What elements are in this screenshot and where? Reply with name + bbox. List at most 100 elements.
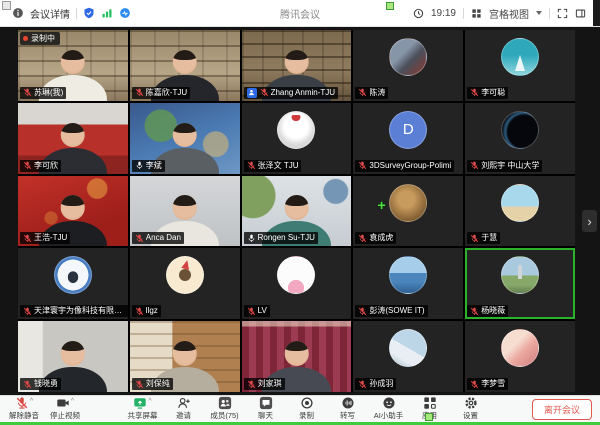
apps-button[interactable]: 应用 — [414, 398, 446, 420]
monkey-avatar — [389, 184, 427, 222]
cat-avatar — [277, 111, 315, 149]
participant-name-label: 陈嘉欣-TJU — [132, 87, 190, 99]
mic-muted-icon — [247, 380, 256, 389]
participant-tile[interactable]: llgz — [130, 248, 240, 319]
unmute-button[interactable]: ^解除静音 — [8, 398, 40, 420]
cursor-artifact — [386, 2, 394, 10]
participant-tile[interactable]: 孙成羽 — [353, 321, 463, 392]
participant-name-label: 杨晓薇 — [467, 305, 508, 317]
participant-name: 李可聪 — [481, 88, 505, 98]
share-screen-button[interactable]: ^共享屏幕 — [127, 398, 159, 420]
settings-button[interactable]: 设置 — [455, 398, 487, 420]
participant-name: Zhang Anmin-TJU — [271, 88, 335, 98]
participant-tile[interactable]: +袁成虎 — [353, 176, 463, 247]
participant-tile[interactable]: Rongen Su-TJU — [242, 176, 352, 247]
participant-name: 袁成虎 — [369, 233, 393, 243]
record-icon — [300, 396, 314, 415]
mic-muted-icon — [470, 307, 479, 316]
mic-muted-icon — [358, 161, 367, 170]
network-signal-icon[interactable] — [101, 7, 113, 19]
side-panel-icon[interactable] — [575, 8, 586, 19]
mic-muted-icon — [23, 88, 32, 97]
expand-caret[interactable]: ^ — [30, 398, 33, 405]
mic-muted-icon — [23, 380, 32, 389]
participant-tile[interactable]: Anca Dan — [130, 176, 240, 247]
health-check-icon[interactable] — [119, 7, 131, 19]
participant-name-label: 孙成羽 — [355, 378, 396, 390]
chat-icon — [259, 396, 273, 415]
participant-tile[interactable]: 张泽文 TJU — [242, 103, 352, 174]
mic-muted-icon — [23, 307, 32, 316]
chat-button[interactable]: 聊天 — [250, 398, 282, 420]
lake-avatar — [389, 256, 427, 294]
bottom-toolbar: ^解除静音^停止视频 ^共享屏幕邀请成员(75)聊天录制转写AI小助手应用设置 … — [0, 395, 600, 422]
leave-meeting-button[interactable]: 离开会议 — [532, 399, 592, 420]
mic-muted-icon — [470, 88, 479, 97]
participant-tile[interactable]: 于慧 — [465, 176, 575, 247]
participant-tile[interactable]: LV — [242, 248, 352, 319]
next-page-button[interactable]: › — [582, 210, 597, 232]
mic-muted-icon — [470, 380, 479, 389]
participant-name: 3DSurveyGroup-Polimi — [369, 161, 451, 171]
participant-name-label: Anca Dan — [132, 232, 184, 244]
stop-video-button[interactable]: ^停止视频 — [49, 398, 81, 420]
expand-caret[interactable]: ^ — [148, 398, 151, 405]
participant-tile[interactable]: 李斌 — [130, 103, 240, 174]
invite-button[interactable]: 邀请 — [168, 398, 200, 420]
participant-tile[interactable]: 刘熙宇 中山大学 — [465, 103, 575, 174]
participant-name-label: 张泽文 TJU — [244, 160, 302, 172]
participant-tile[interactable]: 刘保纯 — [130, 321, 240, 392]
participant-name: 张泽文 TJU — [258, 161, 299, 171]
mic-muted-icon — [358, 307, 367, 316]
participant-name: 钱晓勇 — [34, 379, 58, 389]
transcribe-button[interactable]: 转写 — [332, 398, 364, 420]
participant-tile[interactable]: 刘家琪 — [242, 321, 352, 392]
participant-tile-active-speaker[interactable]: 杨晓薇 — [465, 248, 575, 319]
participant-tile[interactable]: 陈涛 — [353, 30, 463, 101]
person-silhouette — [172, 341, 197, 366]
participant-name: 王浩-TJU — [34, 233, 67, 243]
participant-tile[interactable]: 彭涛(SOWE IT) — [353, 248, 463, 319]
ai-assistant-button[interactable]: AI小助手 — [373, 398, 405, 420]
participant-tile[interactable]: 李可聪 — [465, 30, 575, 101]
participant-name-label: 天津寰宇为像科技有限公司-逐鹿 — [20, 305, 128, 317]
participant-tile[interactable]: 钱晓勇 — [18, 321, 128, 392]
participant-tile[interactable]: 天津寰宇为像科技有限公司-逐鹿 — [18, 248, 128, 319]
participant-name-label: Rongen Su-TJU — [244, 232, 318, 244]
participant-name-label: LV — [244, 305, 270, 317]
mic-muted-icon — [15, 396, 29, 415]
fullscreen-icon[interactable] — [557, 8, 568, 19]
participant-tile[interactable]: 李梦雪 — [465, 321, 575, 392]
participant-name-label: Zhang Anmin-TJU — [244, 87, 338, 99]
chevron-down-icon[interactable] — [536, 11, 542, 15]
participant-tile[interactable]: 王浩-TJU — [18, 176, 128, 247]
meeting-details-link[interactable]: 会议详情 — [30, 6, 70, 21]
participant-tile[interactable]: 陈嘉欣-TJU — [130, 30, 240, 101]
participant-tile[interactable]: Zhang Anmin-TJU — [242, 30, 352, 101]
view-mode-label[interactable]: 宫格视图 — [489, 6, 529, 21]
participant-name: 杨晓薇 — [481, 306, 505, 316]
expand-caret[interactable]: ^ — [71, 398, 74, 405]
ai-icon — [382, 396, 396, 415]
divider — [549, 8, 550, 19]
participant-name: 彭涛(SOWE IT) — [369, 306, 424, 316]
participant-name: 刘家琪 — [258, 379, 282, 389]
mini-window-icon[interactable] — [2, 1, 11, 10]
settings-icon — [464, 396, 478, 415]
participant-name-label: 李梦雪 — [467, 378, 508, 390]
security-shield-icon[interactable] — [83, 7, 95, 19]
grid-view-icon[interactable] — [471, 8, 482, 19]
beach-avatar — [501, 184, 539, 222]
record-button[interactable]: 录制 — [291, 398, 323, 420]
co-host-icon — [247, 88, 257, 98]
participant-name: 天津寰宇为像科技有限公司-逐鹿 — [34, 306, 128, 316]
members-button[interactable]: 成员(75) — [209, 398, 241, 420]
participant-tile[interactable]: 李可欣 — [18, 103, 128, 174]
participant-tile[interactable]: D3DSurveyGroup-Polimi — [353, 103, 463, 174]
person-silhouette — [284, 195, 309, 220]
participant-name: Anca Dan — [146, 233, 181, 243]
park-tower-avatar — [501, 256, 539, 294]
person-silhouette — [284, 341, 309, 366]
info-icon[interactable] — [12, 7, 24, 19]
red-hat-avatar — [166, 256, 204, 294]
